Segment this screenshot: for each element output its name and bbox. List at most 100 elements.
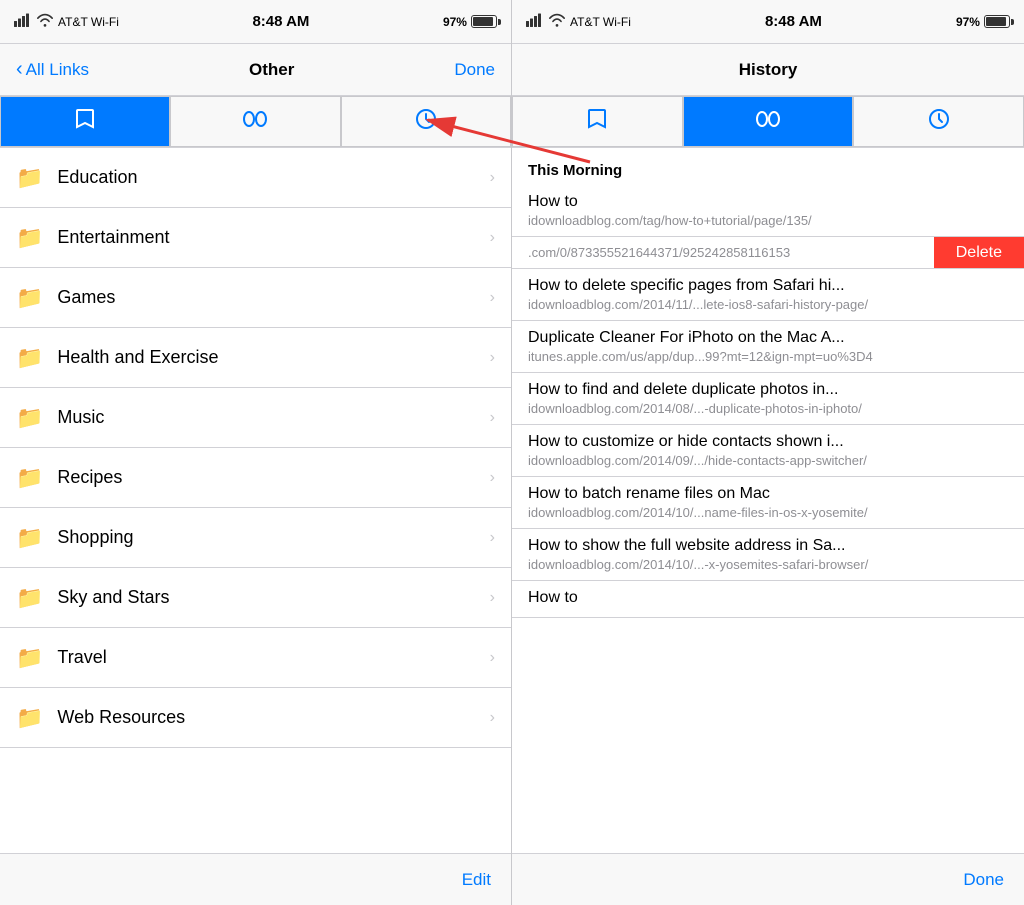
history-item[interactable]: How to batch rename files on Mac idownlo… xyxy=(512,477,1024,529)
history-item-title: How to xyxy=(528,589,1008,607)
history-item-url: itunes.apple.com/us/app/dup...99?mt=12&i… xyxy=(528,349,1008,364)
chevron-icon: › xyxy=(490,229,495,247)
right-toolbar xyxy=(512,96,1024,148)
folder-icon: 📁 xyxy=(16,585,43,611)
history-item-url: .com/0/873355521644371/925242858116153 xyxy=(528,245,918,260)
item-label: Music xyxy=(57,407,475,428)
history-item[interactable]: How to find and delete duplicate photos … xyxy=(512,373,1024,425)
left-bottom-bar: Edit xyxy=(0,853,511,905)
item-label: Shopping xyxy=(57,527,475,548)
right-bookmarks-icon xyxy=(584,106,610,138)
history-item-title: How to xyxy=(528,193,1008,211)
swiped-content: .com/0/873355521644371/925242858116153 xyxy=(512,237,934,268)
left-battery-percent: 97% xyxy=(443,15,467,29)
right-reading-icon xyxy=(755,110,781,134)
history-item-url: idownloadblog.com/2014/09/.../hide-conta… xyxy=(528,453,1008,468)
list-item[interactable]: 📁 Games › xyxy=(0,268,511,328)
item-label: Games xyxy=(57,287,475,308)
history-item[interactable]: Duplicate Cleaner For iPhoto on the Mac … xyxy=(512,321,1024,373)
history-item-title: How to batch rename files on Mac xyxy=(528,485,1008,503)
item-label: Sky and Stars xyxy=(57,587,475,608)
left-battery: 97% xyxy=(443,15,497,29)
list-item[interactable]: 📁 Shopping › xyxy=(0,508,511,568)
left-tab-history[interactable] xyxy=(341,96,511,147)
right-time: 8:48 AM xyxy=(765,13,822,30)
right-nav-title: History xyxy=(528,60,1008,80)
history-item-url: idownloadblog.com/2014/10/...name-files-… xyxy=(528,505,1008,520)
right-tab-reading-list[interactable] xyxy=(683,96,854,147)
right-carrier: AT&T Wi-Fi xyxy=(526,13,631,30)
history-list: This Morning How to idownloadblog.com/ta… xyxy=(512,148,1024,853)
history-item-title: Duplicate Cleaner For iPhoto on the Mac … xyxy=(528,329,1008,347)
left-carrier: AT&T Wi-Fi xyxy=(14,13,119,30)
history-item-title: How to show the full website address in … xyxy=(528,537,1008,555)
right-signal-icon xyxy=(526,13,544,30)
list-item[interactable]: 📁 Entertainment › xyxy=(0,208,511,268)
left-battery-fill xyxy=(473,17,493,26)
history-item[interactable]: How to xyxy=(512,581,1024,618)
right-battery-icon xyxy=(984,15,1010,28)
left-tab-reading-list[interactable] xyxy=(170,96,340,147)
left-battery-icon xyxy=(471,15,497,28)
signal-icon xyxy=(14,13,32,30)
list-item[interactable]: 📁 Music › xyxy=(0,388,511,448)
right-battery-fill xyxy=(986,17,1006,26)
left-time: 8:48 AM xyxy=(252,13,309,30)
folder-icon: 📁 xyxy=(16,525,43,551)
right-done-button[interactable]: Done xyxy=(963,870,1004,890)
list-item[interactable]: 📁 Education › xyxy=(0,148,511,208)
history-item[interactable]: How to idownloadblog.com/tag/how-to+tuto… xyxy=(512,185,1024,237)
history-item[interactable]: How to customize or hide contacts shown … xyxy=(512,425,1024,477)
item-label: Education xyxy=(57,167,475,188)
list-item[interactable]: 📁 Travel › xyxy=(0,628,511,688)
history-item-title: How to find and delete duplicate photos … xyxy=(528,381,1008,399)
section-header-text: This Morning xyxy=(528,162,622,179)
left-back-chevron: ‹ xyxy=(16,58,23,81)
list-item[interactable]: 📁 Recipes › xyxy=(0,448,511,508)
history-item[interactable]: How to delete specific pages from Safari… xyxy=(512,269,1024,321)
folder-icon: 📁 xyxy=(16,465,43,491)
left-panel: AT&T Wi-Fi 8:48 AM 97% ‹ All Links Other… xyxy=(0,0,512,905)
left-back-label[interactable]: All Links xyxy=(26,60,89,80)
left-nav-title: Other xyxy=(249,60,294,80)
history-item-url: idownloadblog.com/2014/10/...-x-yosemite… xyxy=(528,557,1008,572)
history-item-title: How to delete specific pages from Safari… xyxy=(528,277,1008,295)
right-tab-bookmarks[interactable] xyxy=(512,96,683,147)
left-carrier-text: AT&T Wi-Fi xyxy=(58,15,119,29)
chevron-icon: › xyxy=(490,589,495,607)
history-item-url: idownloadblog.com/tag/how-to+tutorial/pa… xyxy=(528,213,1008,228)
list-item[interactable]: 📁 Health and Exercise › xyxy=(0,328,511,388)
folder-icon: 📁 xyxy=(16,225,43,251)
chevron-icon: › xyxy=(490,649,495,667)
left-reading-icon xyxy=(242,110,268,134)
left-history-icon xyxy=(413,106,439,138)
left-back-button[interactable]: ‹ All Links xyxy=(16,58,89,81)
history-item-title: How to customize or hide contacts shown … xyxy=(528,433,1008,451)
history-section-header: This Morning xyxy=(512,148,1024,185)
right-battery-percent: 97% xyxy=(956,15,980,29)
history-item-swiped[interactable]: .com/0/873355521644371/925242858116153 D… xyxy=(512,237,1024,269)
chevron-icon: › xyxy=(490,529,495,547)
left-list: 📁 Education › 📁 Entertainment › 📁 Games … xyxy=(0,148,511,853)
history-item[interactable]: How to show the full website address in … xyxy=(512,529,1024,581)
edit-button[interactable]: Edit xyxy=(462,870,491,890)
folder-icon: 📁 xyxy=(16,705,43,731)
list-item[interactable]: 📁 Web Resources › xyxy=(0,688,511,748)
right-tab-history[interactable] xyxy=(853,96,1024,147)
folder-icon: 📁 xyxy=(16,165,43,191)
list-item[interactable]: 📁 Sky and Stars › xyxy=(0,568,511,628)
history-item-url: idownloadblog.com/2014/11/...lete-ios8-s… xyxy=(528,297,1008,312)
history-item-url: idownloadblog.com/2014/08/...-duplicate-… xyxy=(528,401,1008,416)
chevron-icon: › xyxy=(490,289,495,307)
left-toolbar xyxy=(0,96,511,148)
delete-button[interactable]: Delete xyxy=(934,237,1024,268)
right-battery: 97% xyxy=(956,15,1010,29)
right-nav-bar: History xyxy=(512,44,1024,96)
right-status-bar: AT&T Wi-Fi 8:48 AM 97% xyxy=(512,0,1024,44)
right-carrier-text: AT&T Wi-Fi xyxy=(570,15,631,29)
item-label: Travel xyxy=(57,647,475,668)
left-done-button[interactable]: Done xyxy=(454,60,495,80)
right-panel: AT&T Wi-Fi 8:48 AM 97% History xyxy=(512,0,1024,905)
left-tab-bookmarks[interactable] xyxy=(0,96,170,147)
chevron-icon: › xyxy=(490,469,495,487)
